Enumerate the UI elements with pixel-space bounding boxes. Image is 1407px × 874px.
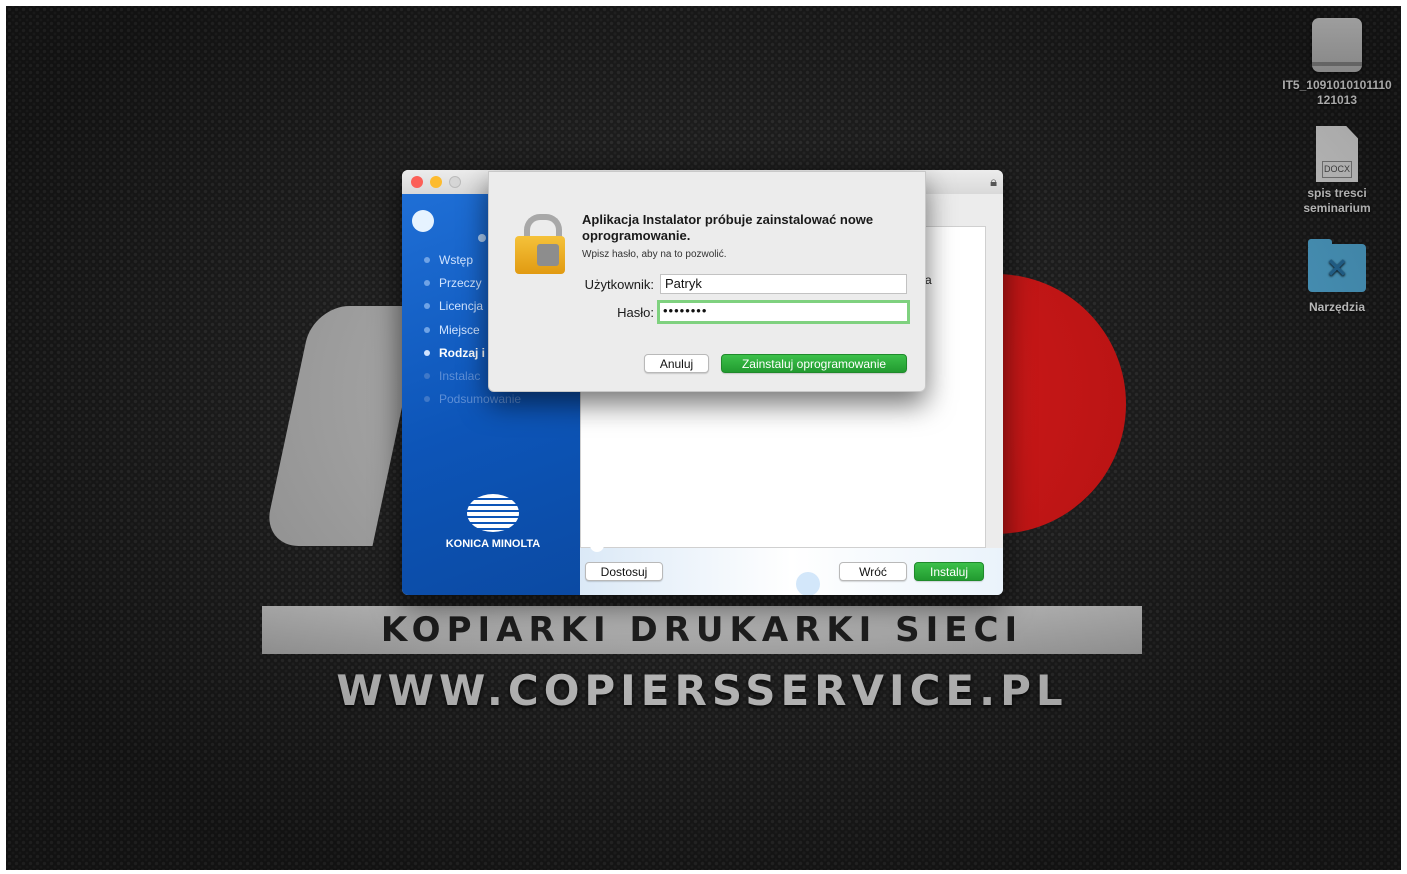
wallpaper-url: WWW.COPIERSSERVICE.PL	[336, 666, 1068, 715]
wallpaper-grey-shape	[262, 306, 424, 546]
decoration-bubble	[590, 538, 604, 552]
desktop-icon-label: IT5_1091010101110121013	[1282, 78, 1392, 107]
password-field[interactable]: ••••••••	[657, 300, 910, 324]
docx-file-icon: DOCX	[1316, 126, 1358, 182]
desktop-icon-folder[interactable]: ✕ Narzędzia	[1277, 239, 1397, 315]
konica-minolta-logo: KONICA MINOLTA	[438, 494, 548, 550]
auth-subtitle: Wpisz hasło, aby na to pozwolić.	[582, 249, 727, 260]
install-software-button[interactable]: Zainstaluj oprogramowanie	[721, 354, 907, 373]
content-text: a	[925, 273, 932, 287]
username-field[interactable]: Patryk	[660, 274, 907, 294]
customize-button[interactable]: Dostosuj	[585, 562, 663, 581]
desktop-icon-label: spis tresci seminarium	[1303, 186, 1371, 215]
auth-dialog: Aplikacja Instalator próbuje zainstalowa…	[488, 171, 926, 392]
lock-icon: 🔒︎	[990, 174, 997, 189]
padlock-icon	[515, 214, 567, 274]
auth-title: Aplikacja Instalator próbuje zainstalowa…	[582, 212, 874, 243]
username-label: Użytkownik:	[584, 277, 654, 292]
desktop-icon-drive[interactable]: IT5_1091010101110121013	[1277, 18, 1397, 108]
install-button[interactable]: Instaluj	[914, 562, 984, 581]
desktop-icon-document[interactable]: DOCX spis tresci seminarium	[1277, 126, 1397, 216]
minimize-button[interactable]	[430, 176, 442, 188]
zoom-button[interactable]	[449, 176, 461, 188]
cancel-button[interactable]: Anuluj	[644, 354, 709, 373]
desktop-icon-label: Narzędzia	[1308, 300, 1366, 314]
password-label: Hasło:	[617, 305, 654, 320]
close-button[interactable]	[411, 176, 423, 188]
folder-icon: ✕	[1308, 239, 1366, 292]
back-button[interactable]: Wróć	[839, 562, 907, 581]
decoration-bubble	[478, 234, 486, 242]
decoration-bubble	[796, 572, 820, 595]
wallpaper-banner: KOPIARKI DRUKARKI SIECI	[262, 606, 1142, 654]
decoration-bubble	[412, 210, 434, 232]
drive-icon	[1312, 18, 1362, 72]
globe-logo-icon	[467, 494, 519, 532]
